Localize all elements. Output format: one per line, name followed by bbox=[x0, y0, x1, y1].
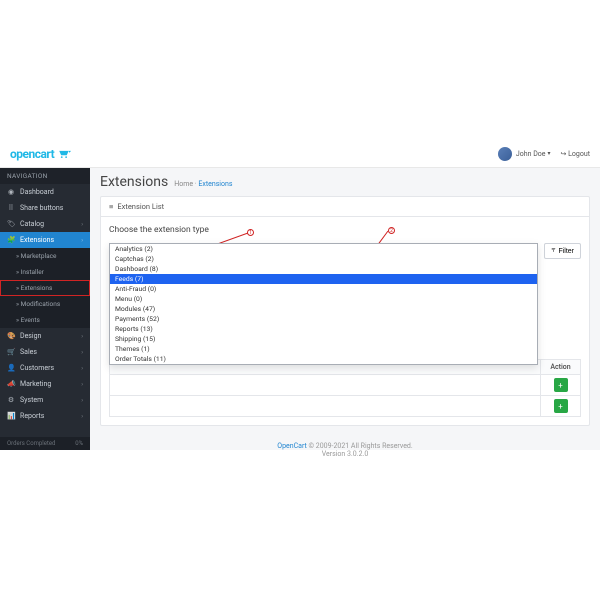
col-action: Action bbox=[541, 360, 581, 375]
sidebar-sub-extensions[interactable]: » Extensions bbox=[0, 280, 90, 296]
logout-link[interactable]: ↪ Logout bbox=[561, 150, 590, 158]
nav-icon: 🏷 bbox=[7, 220, 15, 228]
dropdown-option[interactable]: Dashboard (8) bbox=[110, 264, 537, 274]
dropdown-option[interactable]: Anti-Fraud (0) bbox=[110, 284, 537, 294]
chevron-right-icon: › bbox=[81, 381, 83, 388]
avatar bbox=[498, 147, 512, 161]
chevron-down-icon: ▾ bbox=[548, 150, 551, 157]
nav-icon: 👤 bbox=[7, 364, 15, 372]
dropdown-option[interactable]: Captchas (2) bbox=[110, 254, 537, 264]
nav-icon: ⚙ bbox=[7, 396, 15, 404]
sidebar-item-share-buttons[interactable]: ⠿Share buttons bbox=[0, 200, 90, 216]
table-row: + bbox=[110, 375, 581, 396]
annotation-badge-1: 1 bbox=[247, 229, 254, 236]
footer-link[interactable]: OpenCart bbox=[277, 442, 307, 450]
extension-type-prompt: Choose the extension type bbox=[109, 225, 581, 235]
sidebar-item-system[interactable]: ⚙System› bbox=[0, 392, 90, 408]
nav-icon: ◉ bbox=[7, 188, 15, 196]
sidebar-sub-events[interactable]: » Events bbox=[0, 312, 90, 328]
user-menu[interactable]: John Doe ▾ bbox=[498, 147, 551, 161]
chevron-right-icon: › bbox=[81, 349, 83, 356]
app-footer: OpenCart © 2009-2021 All Rights Reserved… bbox=[90, 434, 600, 466]
app-header: opencart John Doe ▾ ↪ Logout bbox=[0, 140, 600, 168]
user-name: John Doe bbox=[516, 150, 546, 158]
install-button[interactable]: + bbox=[554, 378, 568, 392]
sidebar-item-catalog[interactable]: 🏷Catalog› bbox=[0, 216, 90, 232]
sidebar-footer: Orders Completed 0% bbox=[0, 437, 90, 450]
sidebar-item-sales[interactable]: 🛒Sales› bbox=[0, 344, 90, 360]
chevron-right-icon: › bbox=[81, 397, 83, 404]
filter-button[interactable]: ⫧ Filter bbox=[544, 243, 581, 259]
dropdown-option[interactable]: Feeds (7) bbox=[110, 274, 537, 284]
sidebar-heading: NAVIGATION bbox=[0, 168, 90, 184]
logout-icon: ↪ bbox=[561, 150, 567, 158]
extension-type-dropdown[interactable]: Analytics (2)Captchas (2)Dashboard (8)Fe… bbox=[109, 243, 538, 365]
chevron-right-icon: › bbox=[81, 237, 83, 244]
chevron-right-icon: › bbox=[81, 333, 83, 340]
sidebar-item-customers[interactable]: 👤Customers› bbox=[0, 360, 90, 376]
nav-icon: 📊 bbox=[7, 412, 15, 420]
nav-icon: 🛒 bbox=[7, 348, 15, 356]
sidebar-sub-modifications[interactable]: » Modifications bbox=[0, 296, 90, 312]
page-title: Extensions bbox=[100, 174, 168, 190]
nav-icon: 🎨 bbox=[7, 332, 15, 340]
dropdown-option[interactable]: Payments (52) bbox=[110, 314, 537, 324]
sidebar-item-dashboard[interactable]: ◉Dashboard bbox=[0, 184, 90, 200]
page-header: Extensions Home · Extensions bbox=[90, 168, 600, 196]
sidebar-item-extensions[interactable]: 🧩Extensions› bbox=[0, 232, 90, 248]
nav-icon: 📣 bbox=[7, 380, 15, 388]
sidebar-sub-marketplace[interactable]: » Marketplace bbox=[0, 248, 90, 264]
sidebar-sub-installer[interactable]: » Installer bbox=[0, 264, 90, 280]
table-row: + bbox=[110, 396, 581, 417]
nav-icon: ⠿ bbox=[7, 204, 15, 212]
sidebar-item-design[interactable]: 🎨Design› bbox=[0, 328, 90, 344]
extension-list-panel: ≡ Extension List Choose the extension ty… bbox=[100, 196, 590, 426]
dropdown-option[interactable]: Shipping (15) bbox=[110, 334, 537, 344]
main-content: Extensions Home · Extensions ≡ Extension… bbox=[90, 168, 600, 450]
sidebar-item-marketing[interactable]: 📣Marketing› bbox=[0, 376, 90, 392]
breadcrumb-current[interactable]: Extensions bbox=[198, 180, 232, 188]
dropdown-option[interactable]: Themes (1) bbox=[110, 344, 537, 354]
filter-icon: ⫧ bbox=[551, 247, 555, 255]
panel-title: ≡ Extension List bbox=[101, 197, 589, 217]
list-icon: ≡ bbox=[109, 202, 113, 211]
breadcrumb: Home · Extensions bbox=[174, 180, 232, 188]
dropdown-option[interactable]: Order Totals (11) bbox=[110, 354, 537, 364]
logout-label: Logout bbox=[568, 150, 590, 158]
chevron-right-icon: › bbox=[81, 365, 83, 372]
cart-icon bbox=[55, 149, 71, 159]
nav-icon: 🧩 bbox=[7, 236, 15, 244]
extensions-table: Action + + bbox=[109, 359, 581, 417]
sidebar-item-reports[interactable]: 📊Reports› bbox=[0, 408, 90, 424]
dropdown-option[interactable]: Menu (0) bbox=[110, 294, 537, 304]
brand-logo[interactable]: opencart bbox=[0, 147, 100, 161]
annotation-badge-2: 2 bbox=[388, 227, 395, 234]
chevron-right-icon: › bbox=[81, 221, 83, 228]
dropdown-option[interactable]: Reports (13) bbox=[110, 324, 537, 334]
dropdown-option[interactable]: Modules (47) bbox=[110, 304, 537, 314]
chevron-right-icon: › bbox=[81, 413, 83, 420]
install-button[interactable]: + bbox=[554, 399, 568, 413]
dropdown-option[interactable]: Analytics (2) bbox=[110, 244, 537, 254]
brand-name: opencart bbox=[10, 147, 54, 161]
sidebar: NAVIGATION ◉Dashboard⠿Share buttons🏷Cata… bbox=[0, 168, 90, 450]
